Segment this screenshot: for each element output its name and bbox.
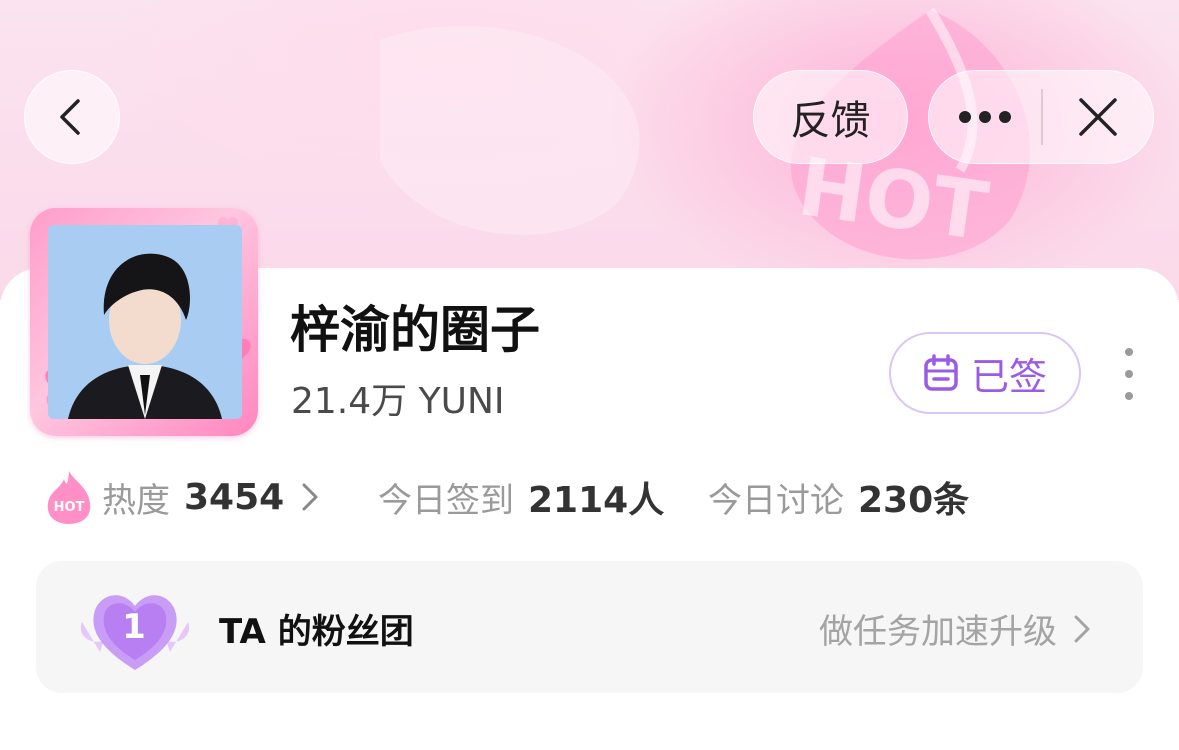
checkin-label: 今日签到: [378, 480, 514, 521]
fan-club-action[interactable]: 做任务加速升级: [819, 604, 1093, 653]
fan-club-action-label: 做任务加速升级: [819, 612, 1057, 652]
fan-level-heart-icon: 1: [80, 595, 190, 670]
heat-stat[interactable]: HOT 热度 3454: [44, 462, 322, 532]
discussion-label: 今日讨论: [708, 480, 844, 521]
signed-in-button[interactable]: 已签: [889, 332, 1081, 414]
feedback-button[interactable]: 反馈: [753, 70, 908, 164]
stats-row: HOT 热度 3454 今日签到 2114人 今日讨论 230条: [0, 462, 1179, 532]
discussion-value: 230条: [858, 480, 970, 521]
profile-more-button[interactable]: [1114, 348, 1144, 400]
heat-value: 3454: [184, 476, 285, 518]
close-icon: [1079, 98, 1117, 136]
back-button[interactable]: [24, 70, 120, 164]
mini-program-capsule: [928, 70, 1154, 164]
feedback-label: 反馈: [790, 98, 871, 144]
discussion-stat: 今日讨论 230条: [708, 462, 969, 532]
close-button[interactable]: [1043, 71, 1153, 163]
circle-subtitle: 21.4万 YUNI: [291, 381, 505, 422]
checkin-value: 2114人: [528, 480, 665, 521]
fan-club-title: TA 的粉丝团: [219, 612, 414, 652]
signed-label: 已签: [970, 354, 1047, 399]
checkin-stat: 今日签到 2114人: [378, 462, 664, 532]
hot-flame-icon: HOT: [47, 471, 91, 524]
kebab-dot: [1125, 370, 1133, 378]
chevron-left-icon: [60, 99, 80, 135]
more-dots-icon: [959, 111, 1011, 123]
chevron-right-icon: [1074, 615, 1090, 642]
kebab-dot: [1125, 348, 1133, 356]
calendar-icon: [924, 354, 958, 391]
avatar[interactable]: [48, 225, 242, 419]
avatar-photo: [48, 225, 242, 419]
fan-level-number: 1: [122, 607, 146, 647]
kebab-dot: [1125, 392, 1133, 400]
circle-title: 梓渝的圈子: [290, 301, 540, 359]
heat-label: 热度: [102, 480, 170, 521]
more-button[interactable]: [929, 71, 1041, 163]
chevron-right-icon: [302, 483, 318, 511]
hot-badge-text: HOT: [54, 500, 85, 515]
